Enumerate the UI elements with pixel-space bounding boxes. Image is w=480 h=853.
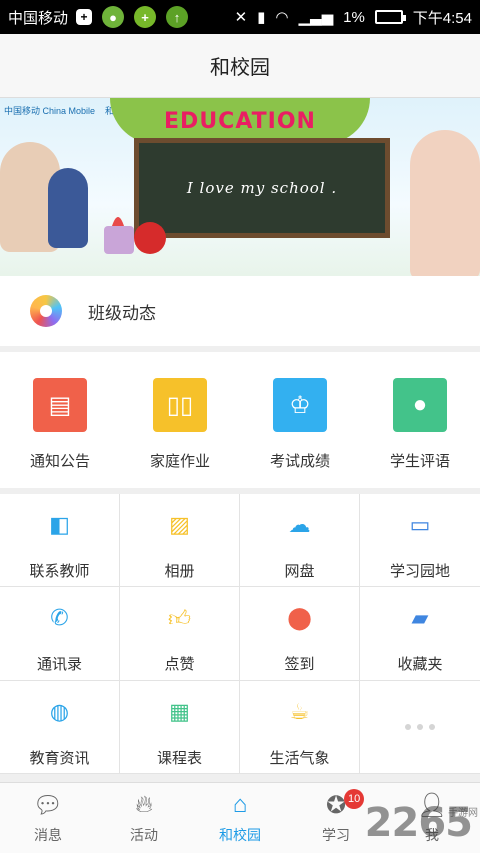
carrier-name: 中国移动 [8, 9, 69, 27]
tab-activities[interactable]: 🔥︎ 活动 [96, 783, 192, 853]
cloud-disk-button[interactable]: ☁ 网盘 [240, 494, 360, 588]
address-book-label: 通讯录 [36, 656, 82, 674]
education-news-button[interactable]: ◍ 教育资讯 [0, 680, 120, 774]
cloud-download-icon: ☁ [288, 512, 311, 537]
signal-icon: ▁▃▅ [298, 9, 334, 26]
notice-button[interactable]: ▤ 通知公告 [0, 352, 120, 488]
plus-notification-icon: + [134, 6, 157, 28]
contact-teacher-button[interactable]: ◧ 联系教师 [0, 494, 120, 588]
study-badge: 10 [344, 789, 365, 809]
watermark-sub: 手游网 [448, 808, 478, 819]
wifi-icon: ◠ [275, 9, 289, 26]
location-pin-icon: ⬤ [287, 605, 312, 631]
check-in-label: 签到 [284, 656, 315, 674]
like-label: 点赞 [164, 656, 195, 674]
student-comment-button[interactable]: ● 学生评语 [360, 352, 480, 488]
apple-plant-illustration [104, 217, 166, 254]
basketball-icon: ◍ [49, 698, 70, 724]
exam-score-button[interactable]: ♔ 考试成绩 [240, 352, 360, 488]
timetable-button[interactable]: ▦ 课程表 [120, 680, 240, 774]
check-in-button[interactable]: ⬤ 签到 [240, 587, 360, 681]
chalkboard: I love my school . [134, 138, 390, 238]
favorites-label: 收藏夹 [397, 656, 443, 674]
battery-level: 1% [343, 8, 365, 26]
chat-bubble-icon: 💬︎ [32, 792, 64, 819]
clock: 下午4:54 [412, 9, 472, 27]
homework-button[interactable]: ▯▯ 家庭作业 [120, 352, 240, 488]
study-garden-button[interactable]: ▭ 学习园地 [360, 494, 480, 588]
class-news-label: 班级动态 [88, 303, 156, 323]
exam-score-label: 考试成绩 [269, 453, 330, 470]
tab-messages-label: 消息 [34, 827, 62, 843]
flame-icon: 🔥︎ [135, 791, 153, 818]
status-bar: 中国移动 + ● + ↑ ✕ ▮ ◠ ▁▃▅ 1% 下午4:54 [0, 0, 480, 34]
calendar-icon: ▦ [169, 698, 190, 724]
sd-card-icon: ▮ [257, 9, 266, 26]
book-icon: ▯▯ [153, 378, 207, 432]
life-weather-button[interactable]: ☕︎ 生活气象 [240, 680, 360, 774]
address-book-icon: ✆ [50, 605, 69, 631]
more-dots-icon [405, 723, 435, 730]
coffee-cup-icon: ☕︎ [289, 698, 310, 724]
comment-icon: ● [393, 378, 447, 432]
study-garden-label: 学习园地 [389, 563, 450, 580]
favorites-button[interactable]: ▰ 收藏夹 [360, 587, 480, 681]
child-illustration [48, 168, 88, 248]
cloud-disk-label: 网盘 [284, 563, 315, 580]
app-header: 和校园 [0, 34, 480, 98]
trophy-icon: ♔ [273, 378, 327, 432]
main-feature-row: ▤ 通知公告 ▯▯ 家庭作业 ♔ 考试成绩 ● 学生评语 [0, 352, 480, 488]
clipboard-icon: ▤ [33, 378, 87, 432]
upload-notification-icon: ↑ [166, 6, 189, 28]
thumbs-up-icon: 👍︎ [168, 605, 191, 631]
mute-icon: ✕ [234, 9, 248, 26]
like-button[interactable]: 👍︎ 点赞 [120, 587, 240, 681]
ribbon-icon: ✪ [325, 792, 347, 819]
more-button[interactable] [360, 681, 480, 774]
tab-campus-label: 和校园 [219, 827, 261, 843]
class-news-icon [30, 295, 62, 327]
contact-teacher-icon: ◧ [49, 512, 70, 537]
china-mobile-logo: 中国移动 China Mobile [4, 106, 96, 116]
banner-title: EDUCATION [164, 108, 316, 134]
tab-activities-label: 活动 [130, 827, 158, 843]
sub-feature-grid: ◧ 联系教师 ▨ 相册 ☁ 网盘 ▭ 学习园地 ✆ 通讯录 👍︎ 点赞 ⬤ 签到… [0, 494, 480, 774]
student-comment-label: 学生评语 [389, 453, 450, 470]
address-book-button[interactable]: ✆ 通讯录 [0, 587, 120, 681]
page-title: 和校园 [210, 57, 270, 79]
homework-label: 家庭作业 [149, 453, 210, 470]
class-news-row[interactable]: 班级动态 [0, 276, 480, 346]
photo-album-label: 相册 [164, 563, 195, 580]
chalkboard-text: I love my school . [186, 179, 338, 197]
photo-album-button[interactable]: ▨ 相册 [120, 494, 240, 588]
education-news-label: 教育资讯 [29, 749, 90, 767]
monitor-icon: ▭ [409, 512, 431, 537]
student-illustration [410, 130, 480, 276]
tab-study-label: 学习 [322, 827, 350, 843]
tab-messages[interactable]: 💬︎ 消息 [0, 783, 96, 853]
add-notification-icon: + [76, 9, 93, 25]
folder-icon: ▰ [411, 605, 429, 631]
app-notification-icon: ● [102, 6, 125, 28]
timetable-label: 课程表 [156, 749, 202, 767]
battery-icon [374, 10, 406, 24]
banner-image[interactable]: 中国移动 China Mobile 和教育 EDUCATION I love m… [0, 98, 480, 276]
photo-album-icon: ▨ [169, 512, 190, 537]
notice-label: 通知公告 [29, 453, 90, 470]
tab-campus[interactable]: ⌂ 和校园 [192, 783, 288, 853]
home-icon: ⌂ [232, 791, 248, 818]
life-weather-label: 生活气象 [269, 749, 330, 767]
contact-teacher-label: 联系教师 [29, 563, 90, 580]
